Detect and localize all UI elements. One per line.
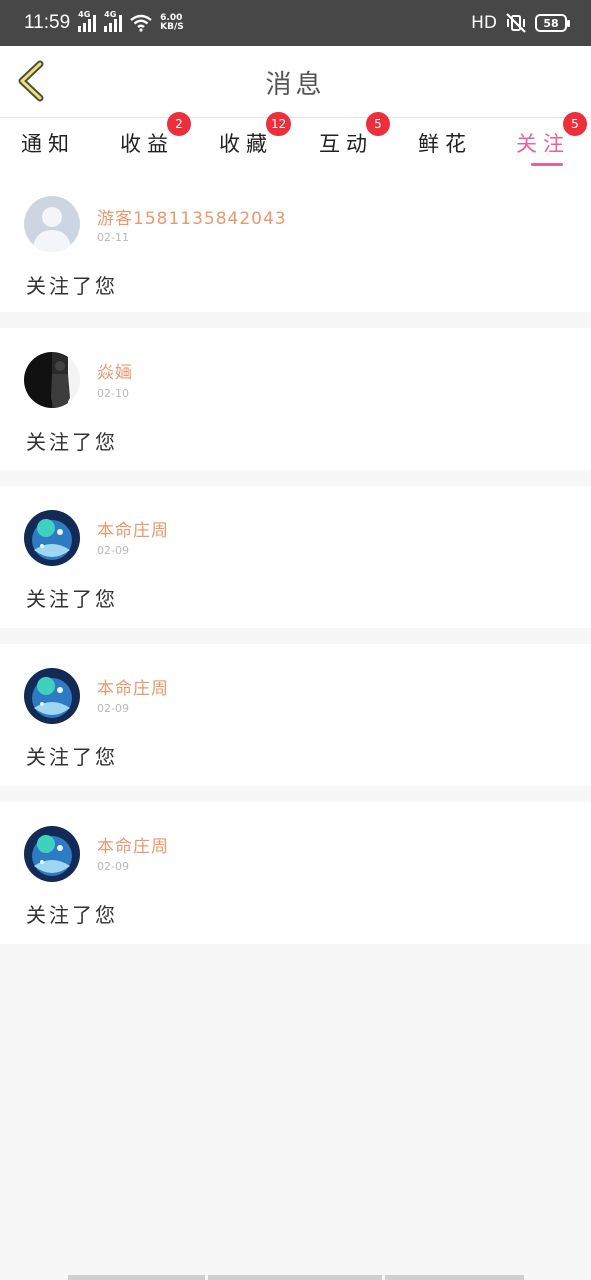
list-item[interactable]: 焱婳 02-10 关注了您 [0,328,591,470]
timestamp: 02-09 [97,702,129,715]
default-user-avatar[interactable] [24,196,80,252]
dark-portrait-avatar[interactable] [24,352,80,408]
timestamp: 02-11 [97,231,129,244]
net-speed-unit: KB/S [160,22,184,32]
tab-interactions[interactable]: 互动 5 [306,112,390,166]
battery-level: 58 [543,16,559,30]
status-right: HD 58 [471,13,570,33]
network-speed: 6.00 KB/S [160,14,184,32]
signal-icon: 4G [104,10,123,32]
status-left: 11:59 4G 4G 6.00 KB/S [24,10,184,34]
username[interactable]: 游客15811358420​43 [97,204,287,229]
message-tabs: 通知 收益 2 收藏 12 互动 5 鲜花 关注 5 [0,112,591,170]
unread-badge: 5 [563,112,587,136]
anime-blue-avatar[interactable] [24,668,80,724]
anime-blue-avatar[interactable] [24,510,80,566]
active-tab-indicator [531,163,563,166]
notification-message: 关注了您 [26,274,118,298]
hd-indicator: HD [471,13,497,33]
tab-label: 收藏 [219,132,273,156]
unread-badge: 2 [167,112,191,136]
tab-label: 互动 [319,132,373,156]
anime-blue-avatar[interactable] [24,826,80,882]
list-item[interactable]: 本命庄周 02-09 关注了您 [0,644,591,786]
tab-following[interactable]: 关注 5 [503,112,587,166]
gesture-bar[interactable] [68,1275,524,1280]
list-item[interactable]: 本命庄周 02-09 关注了您 [0,802,591,944]
timestamp: 02-10 [97,387,129,400]
app-header: 消息 [0,46,591,118]
username[interactable]: 本命庄周 [97,674,169,699]
username[interactable]: 焱婳 [97,358,133,383]
username[interactable]: 本命庄周 [97,832,169,857]
tab-label: 鲜花 [418,132,472,156]
sim1-label: 4G [78,10,91,19]
list-item[interactable]: 游客15811358420​43 02-11 关注了您 [0,170,591,312]
notification-message: 关注了您 [26,745,118,769]
unread-badge: 5 [366,112,390,136]
notification-message: 关注了您 [26,430,118,454]
battery-icon: 58 [535,14,570,32]
timestamp: 02-09 [97,860,129,873]
list-item[interactable]: 本命庄周 02-09 关注了您 [0,486,591,628]
notification-message: 关注了您 [26,903,118,927]
tab-label: 关注 [516,132,570,156]
status-time: 11:59 [24,12,71,33]
notification-list: 游客15811358420​43 02-11 关注了您 焱婳 02-10 关注了… [0,170,591,960]
timestamp: 02-09 [97,544,129,557]
page-title: 消息 [265,70,326,100]
tab-notifications[interactable]: 通知 [8,124,88,166]
wifi-icon [130,14,152,32]
tab-earnings[interactable]: 收益 2 [107,112,191,166]
unread-badge: 12 [266,112,292,136]
sim2-label: 4G [104,10,117,19]
tab-favorites[interactable]: 收藏 12 [206,112,292,166]
tab-flowers[interactable]: 鲜花 [405,124,485,166]
username[interactable]: 本命庄周 [97,516,169,541]
tab-label: 通知 [21,132,75,156]
status-bar: 11:59 4G 4G 6.00 KB/S HD 58 [0,0,591,46]
signal-icon: 4G [78,10,97,32]
vibrate-mute-icon [506,13,526,33]
notification-message: 关注了您 [26,587,118,611]
tab-label: 收益 [120,132,174,156]
